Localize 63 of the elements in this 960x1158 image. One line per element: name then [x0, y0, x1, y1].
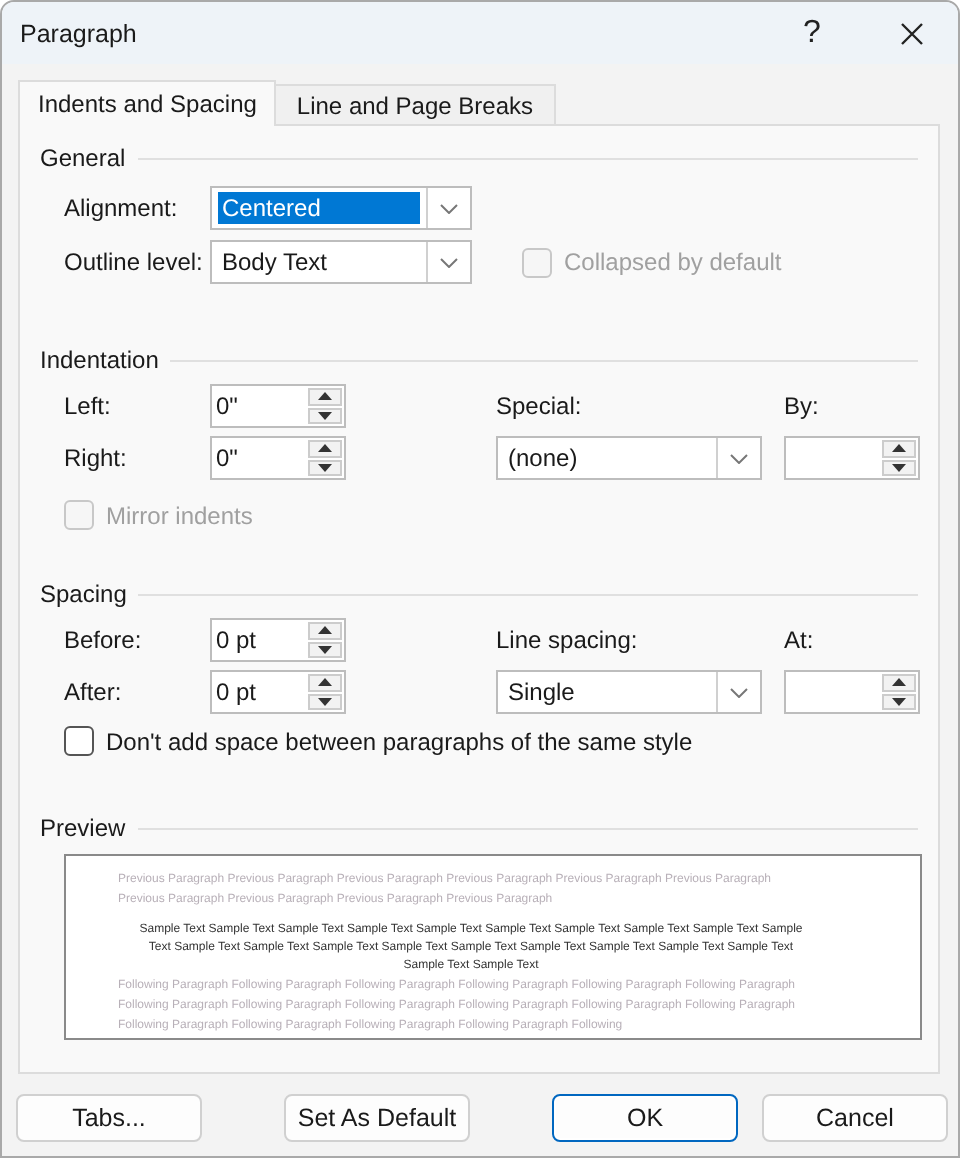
spin-down-button[interactable] — [882, 693, 916, 710]
triangle-down-icon — [318, 645, 332, 654]
dialog-button[interactable]: Cancel — [762, 1094, 948, 1142]
dropdown[interactable]: Body Text — [210, 240, 472, 284]
field-label: Before: — [64, 626, 144, 654]
field-label: Alignment: — [64, 194, 180, 222]
field-label: Left: — [64, 392, 113, 420]
spin-down-button[interactable] — [308, 693, 342, 710]
checkbox-label: Don't add space between paragraphs of the same style — [106, 727, 693, 755]
checkbox[interactable] — [64, 726, 94, 756]
window-title: Paragraph — [20, 19, 139, 47]
chevron-down-icon — [730, 687, 748, 697]
spin-up-button[interactable] — [882, 674, 916, 691]
checkbox-label: Mirror indents — [106, 501, 253, 529]
spin-down-button[interactable] — [308, 459, 342, 476]
spin-box[interactable]: 0 pt — [210, 670, 346, 714]
triangle-down-icon — [318, 411, 332, 420]
chevron-down-icon — [440, 257, 458, 267]
spin-up-button[interactable] — [308, 674, 342, 691]
spin-box[interactable]: 0 pt — [210, 618, 346, 662]
spin-up-button[interactable] — [308, 388, 342, 405]
dropdown[interactable]: Single — [496, 670, 762, 714]
field-label: Right: — [64, 444, 129, 472]
dialog-button[interactable]: Set As Default — [284, 1094, 470, 1142]
triangle-up-icon — [318, 392, 332, 401]
triangle-up-icon — [318, 626, 332, 635]
triangle-down-icon — [892, 463, 906, 472]
triangle-down-icon — [318, 697, 332, 706]
spin-box[interactable]: 0" — [210, 384, 346, 428]
group-heading: General — [40, 144, 126, 172]
checkbox-label: Collapsed by default — [564, 248, 782, 276]
triangle-down-icon — [892, 697, 906, 706]
dropdown[interactable]: (none) — [496, 436, 762, 480]
group-heading: Indentation — [40, 346, 159, 374]
dialog-button[interactable]: Tabs... — [16, 1094, 202, 1142]
spin-up-button[interactable] — [308, 622, 342, 639]
spin-down-button[interactable] — [882, 459, 916, 476]
close-icon — [900, 21, 924, 45]
triangle-up-icon — [318, 678, 332, 687]
field-label: Line spacing: — [496, 626, 640, 654]
spin-up-button[interactable] — [882, 440, 916, 457]
help-button[interactable]: ? — [766, 2, 858, 64]
chevron-down-icon — [730, 453, 748, 463]
group-heading: Preview — [40, 814, 126, 842]
spin-down-button[interactable] — [308, 407, 342, 424]
triangle-up-icon — [892, 678, 906, 687]
field-label: Outline level: — [64, 248, 205, 276]
spin-box[interactable]: 0" — [210, 436, 346, 480]
chevron-down-icon — [440, 203, 458, 213]
triangle-down-icon — [318, 463, 332, 472]
spin-up-button[interactable] — [308, 440, 342, 457]
triangle-up-icon — [892, 444, 906, 453]
triangle-up-icon — [318, 444, 332, 453]
field-label: By: — [784, 392, 821, 420]
group-heading: Spacing — [40, 580, 127, 608]
field-label: After: — [64, 678, 124, 706]
spin-down-button[interactable] — [308, 641, 342, 658]
tab[interactable]: Indents and Spacing — [18, 80, 277, 126]
field-label: Special: — [496, 392, 584, 420]
dialog-button[interactable]: OK — [552, 1094, 738, 1142]
field-label: At: — [784, 626, 816, 654]
tab[interactable]: Line and Page Breaks — [274, 84, 556, 124]
dropdown[interactable]: Centered — [210, 186, 472, 230]
